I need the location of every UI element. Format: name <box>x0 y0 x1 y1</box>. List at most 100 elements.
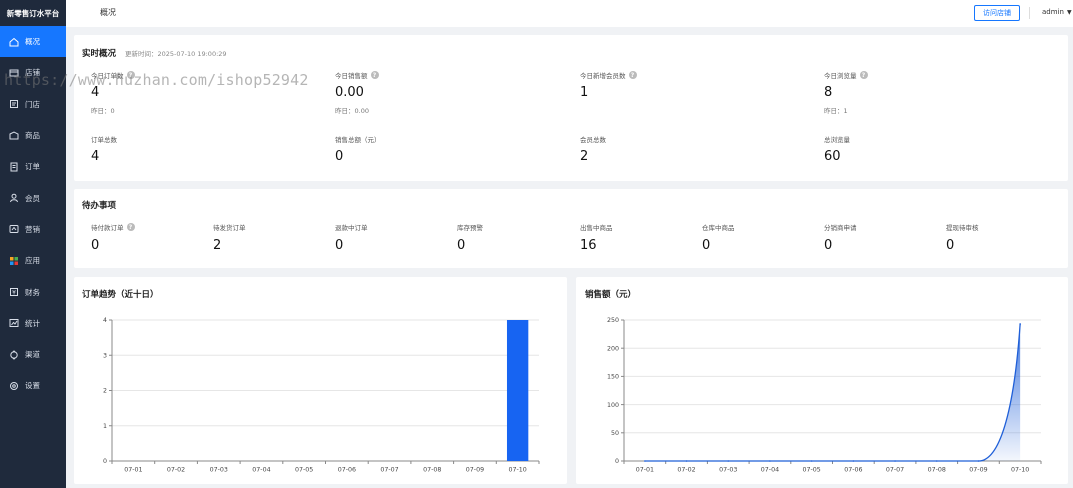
user-menu[interactable]: admin ▼ <box>1042 8 1072 16</box>
y-tick-label: 250 <box>607 317 619 324</box>
todo-item[interactable]: 提现待审核 0 <box>946 222 979 253</box>
todo-item[interactable]: 待付款订单? 0 <box>91 222 135 253</box>
svg-text:¥: ¥ <box>12 290 16 297</box>
settings-icon <box>9 381 19 391</box>
sidebar-item-5[interactable]: 会员 <box>0 182 66 213</box>
stat-value: 1 <box>580 85 589 100</box>
sidebar-item-6[interactable]: 营销 <box>0 214 66 245</box>
stat-total-sales: 销售总额（元） 0 <box>335 134 381 164</box>
data-point[interactable] <box>810 460 813 462</box>
x-tick-label: 07-04 <box>761 467 779 474</box>
data-point[interactable] <box>977 460 980 462</box>
todo-item[interactable]: 出售中商品 16 <box>580 222 613 253</box>
x-tick-label: 07-04 <box>252 467 270 474</box>
sidebar-item-4[interactable]: 订单 <box>0 151 66 182</box>
x-tick-label: 07-10 <box>1011 467 1029 474</box>
top-bar: 概况 访问店铺 admin ▼ <box>66 0 1073 27</box>
todo-label: 库存预警 <box>457 224 483 232</box>
series-line <box>644 323 1021 462</box>
sidebar-item-11[interactable]: 设置 <box>0 370 66 401</box>
sidebar-item-9[interactable]: 统计 <box>0 308 66 339</box>
sidebar-item-0[interactable]: 概况 <box>0 26 66 58</box>
data-point[interactable] <box>935 460 938 462</box>
stat-value: 8 <box>824 85 833 100</box>
todo-item[interactable]: 分销商申请 0 <box>824 222 857 253</box>
x-tick-label: 07-09 <box>466 467 484 474</box>
stat-yesterday: 昨日：0 <box>91 107 115 115</box>
data-point[interactable] <box>852 460 855 462</box>
data-point[interactable] <box>1019 323 1021 325</box>
realtime-title: 实时概况 <box>82 49 117 59</box>
data-point[interactable] <box>894 460 896 462</box>
product-icon <box>9 130 19 141</box>
y-tick-label: 200 <box>607 345 619 352</box>
visit-store-button[interactable]: 访问店铺 <box>974 5 1020 21</box>
username: admin <box>1042 8 1064 16</box>
sidebar-item-10[interactable]: 渠道 <box>0 339 66 370</box>
chart-icon <box>9 318 19 328</box>
x-tick-label: 07-08 <box>423 467 441 474</box>
todo-item[interactable]: 待发货订单 2 <box>213 222 246 253</box>
stat-label: 今日新增会员数 <box>580 72 626 80</box>
y-tick-label: 100 <box>607 402 619 409</box>
sidebar-item-7[interactable]: 应用 <box>0 245 66 276</box>
bar[interactable] <box>506 320 529 461</box>
stat-label: 订单总数 <box>91 136 117 144</box>
stat-today-views: 今日浏览量? 8 昨日：1 <box>824 70 868 115</box>
stat-value: 2 <box>580 149 589 164</box>
stat-value: 60 <box>824 149 841 164</box>
todo-item[interactable]: 退款中订单 0 <box>335 222 368 253</box>
todo-label: 出售中商品 <box>580 224 613 232</box>
x-tick-label: 07-09 <box>969 467 987 474</box>
help-icon[interactable]: ? <box>370 71 379 79</box>
todo-label: 待付款订单 <box>91 224 124 232</box>
y-tick-label: 4 <box>103 317 107 324</box>
user-icon <box>9 193 19 203</box>
update-time: 更新时间：2025-07-10 19:00:29 <box>125 50 227 58</box>
stat-value: 0.00 <box>335 85 364 100</box>
home-icon <box>9 37 19 47</box>
order-icon <box>9 162 19 172</box>
help-icon[interactable]: ? <box>628 71 637 79</box>
data-point[interactable] <box>769 460 771 462</box>
stat-total-orders: 订单总数 4 <box>91 134 117 164</box>
sidebar-item-2[interactable]: 门店 <box>0 89 66 120</box>
help-icon[interactable]: ? <box>859 71 868 79</box>
sidebar-item-8[interactable]: ¥ 财务 <box>0 276 66 307</box>
watermark-text: https://www.huzhan.com/ishop52942 <box>4 71 309 89</box>
x-tick-label: 07-10 <box>508 467 526 474</box>
todo-item[interactable]: 库存预警 0 <box>457 222 483 253</box>
y-tick-label: 2 <box>103 388 107 395</box>
sidebar-item-label: 商品 <box>25 131 40 141</box>
stat-yesterday: 昨日：0.00 <box>335 107 369 115</box>
todo-value: 0 <box>91 238 100 253</box>
stat-yesterday: 昨日：1 <box>824 107 848 115</box>
marketing-icon <box>9 224 19 234</box>
shop-icon <box>9 99 19 109</box>
stat-label: 销售总额（元） <box>335 136 381 144</box>
sidebar-item-label: 渠道 <box>25 350 40 360</box>
x-tick-label: 07-05 <box>802 467 820 474</box>
brand-logo: 新零售订水平台 <box>6 8 60 18</box>
sidebar-item-label: 应用 <box>25 256 40 266</box>
sidebar-item-label: 财务 <box>25 287 40 297</box>
y-tick-label: 3 <box>103 352 107 359</box>
sales-chart: 0 50 100 150 200 250 07-01 07-02 07-03 07-04 07-05… <box>607 317 1042 474</box>
y-tick-label: 150 <box>607 374 619 381</box>
sidebar-item-3[interactable]: 商品 <box>0 120 66 151</box>
page-title: 概况 <box>100 8 116 17</box>
data-point[interactable] <box>644 460 646 462</box>
sidebar-item-label: 门店 <box>25 99 40 109</box>
x-tick-label: 07-02 <box>167 467 185 474</box>
caret-down-icon: ▼ <box>1066 8 1072 16</box>
finance-icon: ¥ <box>9 287 19 297</box>
todo-item[interactable]: 仓库中商品 0 <box>702 222 735 253</box>
data-point[interactable] <box>685 460 688 462</box>
x-tick-label: 07-02 <box>677 467 695 474</box>
stat-value: 0 <box>335 149 344 164</box>
todo-label: 退款中订单 <box>335 224 368 232</box>
stat-label: 今日浏览量 <box>824 72 857 80</box>
data-point[interactable] <box>727 460 730 462</box>
help-icon[interactable]: ? <box>126 223 135 231</box>
todo-value: 0 <box>702 238 711 253</box>
